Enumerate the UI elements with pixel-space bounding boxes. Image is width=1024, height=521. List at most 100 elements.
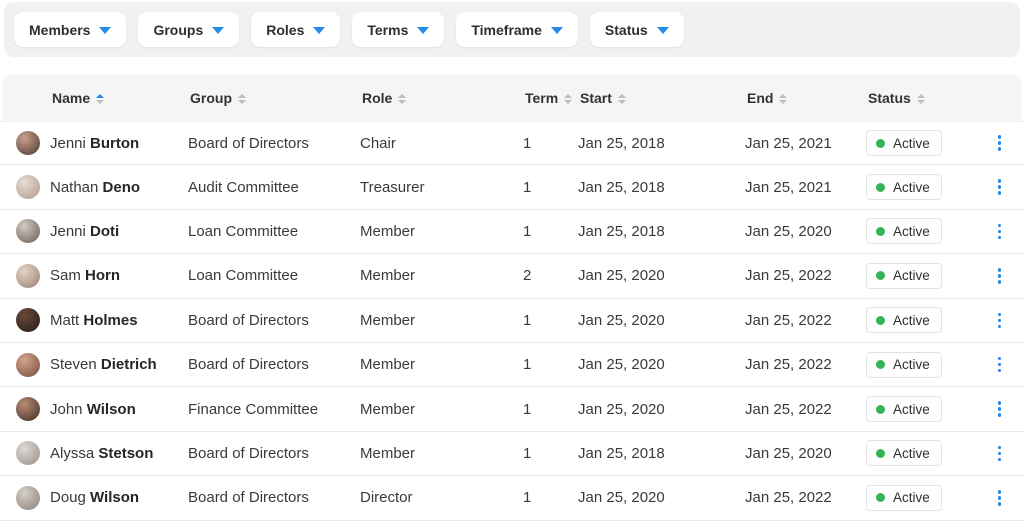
status-badge-label: Active [893,490,930,506]
chevron-down-icon [212,26,225,34]
member-first-name: Jenni [50,134,86,152]
column-header[interactable]: End [747,90,868,106]
filter-dropdown-button[interactable]: Status [589,12,684,47]
member-status-cell: Active [866,218,975,245]
member-start-date-cell: Jan 25, 2020 [578,311,665,329]
member-last-name: Dietrich [100,356,157,374]
table-row[interactable]: Alyssa Stetson Board of Directors Member… [0,431,1024,477]
column-header[interactable]: Name [52,90,190,106]
row-actions-kebab-icon[interactable] [990,352,1010,378]
member-status-cell: Active [866,174,975,201]
member-name-cell: Alyssa Stetson [50,445,188,462]
table-row[interactable]: Jenni Burton Board of Directors Chair 1 … [0,121,1024,166]
member-group-cell: Loan Committee [188,267,299,285]
table-row[interactable]: Sam Horn Loan Committee Member 2 Jan 25,… [0,254,1024,299]
status-badge-label: Active [893,135,930,151]
status-badge-label: Active [893,401,930,417]
status-dot-icon [876,182,885,192]
status-badge: Active [866,396,942,423]
member-group-cell: Board of Directors [188,444,309,462]
row-actions-kebab-icon[interactable] [990,396,1010,422]
status-badge-label: Active [893,268,930,284]
filter-dropdown-button[interactable]: Groups [138,12,240,47]
sort-icon [238,93,246,104]
member-first-name: John [50,400,83,418]
filter-dropdown-button[interactable]: Members [14,12,127,47]
status-badge: Active [866,218,942,245]
table-row[interactable]: Nathan Deno Audit Committee Treasurer 1 … [0,165,1024,210]
member-term-cell: 1 [523,311,532,329]
member-status-cell: Active [866,484,975,511]
avatar [16,441,40,466]
member-end-date-cell: Jan 25, 2022 [745,489,832,507]
column-header[interactable]: Term [525,90,580,106]
filter-dropdown-label: Terms [367,21,409,38]
filter-dropdown-button[interactable]: Roles [251,12,341,47]
sort-icon [916,93,925,104]
member-term-cell: 1 [523,356,532,374]
member-name-cell: Matt Holmes [50,312,188,329]
status-dot-icon [876,448,885,458]
member-term-cell: 1 [523,134,532,152]
member-role-cell: Member [360,311,416,329]
row-actions-kebab-icon[interactable] [990,441,1010,467]
column-header[interactable]: Group [190,90,362,106]
member-start-date-cell: Jan 25, 2018 [578,222,665,240]
member-first-name: Doug [50,489,86,507]
member-group-cell: Loan Committee [188,222,299,240]
member-end-date-cell: Jan 25, 2022 [745,311,832,329]
column-header-label: Start [580,90,612,106]
row-actions-kebab-icon[interactable] [990,219,1010,245]
table-body: Jenni Burton Board of Directors Chair 1 … [0,121,1024,521]
member-status-cell: Active [866,262,975,289]
column-header-label: End [747,90,774,106]
sort-icon [617,93,626,104]
sort-icon [564,93,573,104]
row-actions-kebab-icon[interactable] [990,308,1010,334]
table-row[interactable]: Matt Holmes Board of Directors Member 1 … [0,298,1024,343]
filter-dropdown-button[interactable]: Terms [352,12,445,47]
member-name-cell: Sam Horn [50,267,188,284]
row-actions-kebab-icon[interactable] [990,263,1010,289]
member-end-date-cell: Jan 25, 2021 [745,134,832,152]
column-header-label: Name [52,90,91,106]
row-actions-kebab-icon[interactable] [990,130,1010,156]
table-row[interactable]: John Wilson Finance Committee Member 1 J… [0,387,1024,432]
member-term-cell: 2 [523,267,532,285]
column-header-label: Group [190,90,232,106]
member-role-cell: Treasurer [360,178,425,196]
filter-dropdown-label: Groups [153,21,204,38]
status-badge-label: Active [893,357,930,373]
filter-dropdown-button[interactable]: Timeframe [456,12,578,47]
status-badge-label: Active [893,445,930,461]
member-group-cell: Audit Committee [188,178,299,196]
member-role-cell: Director [360,489,413,507]
table-row[interactable]: Steven Dietrich Board of Directors Membe… [0,342,1024,388]
member-name-cell: Jenni Doti [50,223,188,240]
row-actions-kebab-icon[interactable] [990,174,1010,200]
row-actions-kebab-icon[interactable] [990,485,1010,511]
member-end-date-cell: Jan 25, 2022 [745,267,832,285]
column-header-label: Role [362,90,393,106]
member-last-name: Stetson [98,444,154,462]
column-header[interactable]: Role [362,90,525,106]
status-badge: Active [866,174,942,201]
member-name-cell: John Wilson [50,401,188,418]
member-first-name: Steven [50,356,97,374]
member-last-name: Horn [85,267,121,285]
status-dot-icon [876,360,885,370]
filter-dropdown-label: Status [604,21,648,38]
member-group-cell: Board of Directors [188,356,309,374]
column-header[interactable]: Status [868,90,977,106]
table-row[interactable]: Jenni Doti Loan Committee Member 1 Jan 2… [0,209,1024,255]
table-row[interactable]: Doug Wilson Board of Directors Director … [0,476,1024,521]
column-header[interactable]: Start [580,90,747,106]
member-start-date-cell: Jan 25, 2018 [578,444,665,462]
avatar [16,485,40,510]
avatar [16,308,40,333]
avatar [16,219,40,244]
member-last-name: Wilson [86,400,136,418]
member-status-cell: Active [866,351,975,378]
chevron-down-icon [656,26,669,34]
chevron-down-icon [99,26,112,34]
